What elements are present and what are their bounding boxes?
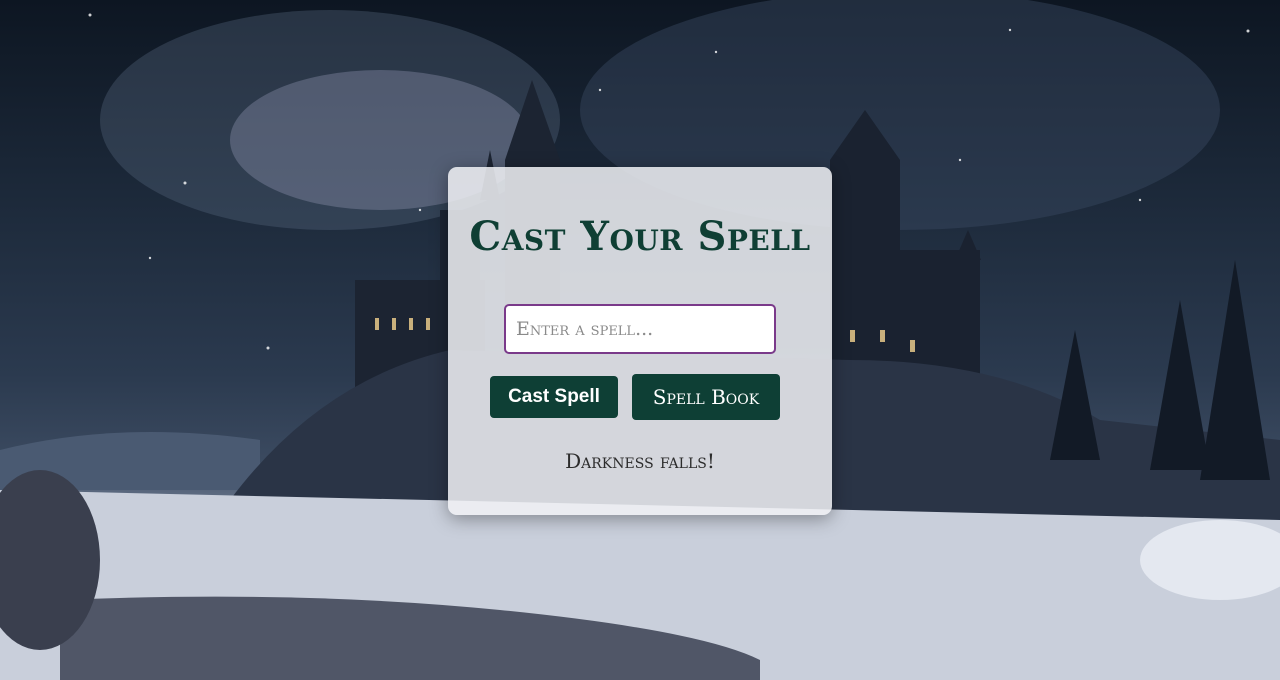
spell-input[interactable]	[504, 304, 776, 354]
spell-card: Cast Your Spell Cast Spell Spell Book Da…	[448, 167, 832, 515]
castle-background: Cast Your Spell Cast Spell Spell Book Da…	[0, 0, 1280, 680]
spell-book-button[interactable]: Spell Book	[632, 374, 780, 420]
status-message: Darkness falls!	[565, 449, 715, 473]
page-title: Cast Your Spell	[469, 213, 811, 260]
cast-spell-button[interactable]: Cast Spell	[490, 376, 618, 418]
